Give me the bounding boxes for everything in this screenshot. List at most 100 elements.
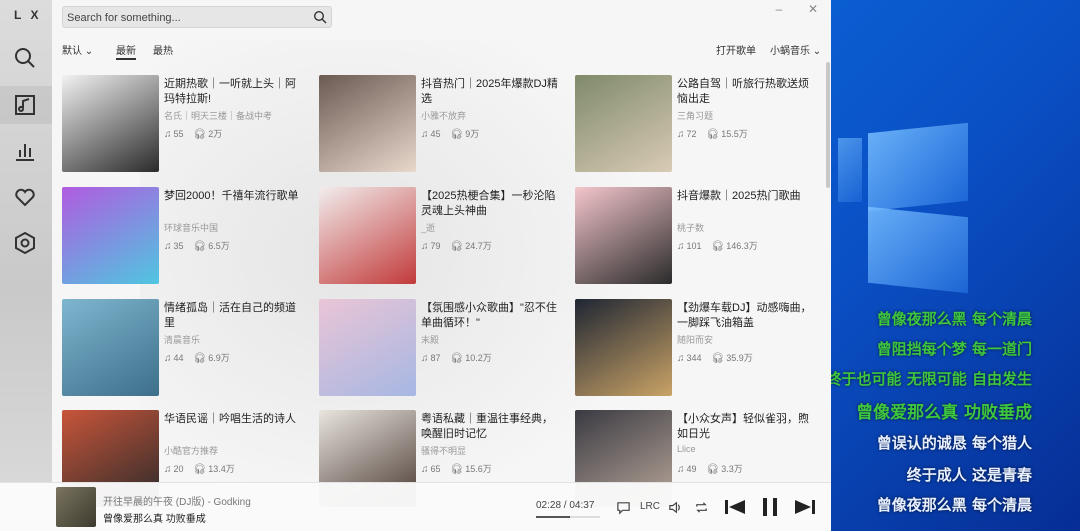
sidebar: L X xyxy=(0,0,52,482)
play-count: 🎧︎ 9万 xyxy=(451,127,480,140)
scrollbar[interactable] xyxy=(826,62,830,188)
play-count-value: 35.9万 xyxy=(726,353,753,363)
open-playlist-button[interactable]: 打开歌单 xyxy=(716,42,756,57)
comment-icon[interactable] xyxy=(614,497,632,517)
play-count: 🎧︎ 35.9万 xyxy=(712,351,753,364)
playlist-cover[interactable] xyxy=(62,187,159,284)
playlist-title[interactable]: 【2025热梗合集】一秒沦陷灵魂上头神曲 xyxy=(421,189,559,219)
play-count-value: 2万 xyxy=(208,129,223,139)
play-count-value: 10.2万 xyxy=(465,353,492,363)
playlist-card[interactable]: 公路自驾｜听旅行热歌送烦恼出走三角习题 ♫ 72 🎧︎ 15.5万 xyxy=(575,75,815,173)
source-select[interactable]: 小蜗音乐 ⌄ xyxy=(770,42,821,57)
heart-icon[interactable] xyxy=(13,185,37,209)
volume-icon[interactable] xyxy=(666,497,684,517)
playlist-card[interactable]: 【氛围感小众歌曲】"忍不住单曲循环！" 末殿 ♫ 87 🎧︎ 10.2万 xyxy=(319,299,559,397)
play-count: 🎧︎ 3.3万 xyxy=(707,462,743,475)
desktop-windows-logo xyxy=(838,122,1078,294)
progress-bar[interactable] xyxy=(536,516,600,518)
search-icon[interactable] xyxy=(13,46,37,70)
chart-icon[interactable] xyxy=(13,139,37,163)
pause-icon[interactable] xyxy=(758,497,782,517)
playlist-cover[interactable] xyxy=(575,299,672,396)
playlist-author: 三角习题 xyxy=(677,111,714,121)
playlist-title[interactable]: 公路自驾｜听旅行热歌送烦恼出走 xyxy=(677,77,815,107)
playlist-card[interactable]: 情绪孤岛｜活在自己的频道里 清晨音乐 ♫ 44 🎧︎ 6.9万 xyxy=(62,299,302,397)
playlist-stats: ♫ 72 🎧︎ 15.5万 xyxy=(677,127,758,140)
play-count: 🎧︎ 13.4万 xyxy=(194,462,235,475)
play-count-value: 6.9万 xyxy=(208,353,230,363)
song-count: ♫ 35 xyxy=(164,241,184,252)
playlist-title[interactable]: 近期热歌｜一听就上头｜阿玛特拉斯! xyxy=(164,77,302,107)
music-note-icon: ♫ xyxy=(421,353,429,364)
song-count-value: 35 xyxy=(173,241,184,251)
search-button-icon[interactable] xyxy=(313,10,327,24)
song-count-value: 55 xyxy=(173,129,184,139)
headphones-icon: 🎧︎ xyxy=(193,464,207,475)
close-button[interactable]: ✕ xyxy=(806,2,820,16)
playlist-title[interactable]: 【氛围感小众歌曲】"忍不住单曲循环！" xyxy=(421,301,559,331)
play-count: 🎧︎ 24.7万 xyxy=(451,239,492,252)
chevron-down-icon: ⌄ xyxy=(812,46,822,57)
tab-default[interactable]: 默认 ⌄ xyxy=(62,42,93,57)
playlist-cover[interactable] xyxy=(62,299,159,396)
playlist-cover[interactable] xyxy=(319,75,416,172)
song-count: ♫ 55 xyxy=(164,129,184,140)
playlist-author: 小雅不放弃 xyxy=(421,111,467,121)
playlist-stats: ♫ 79 🎧︎ 24.7万 xyxy=(421,239,502,252)
next-track-icon[interactable] xyxy=(792,497,818,517)
search-input[interactable] xyxy=(67,9,307,27)
playlist-title[interactable]: 情绪孤岛｜活在自己的频道里 xyxy=(164,301,302,331)
playlist-card[interactable]: 【2025热梗合集】一秒沦陷灵魂上头神曲 _逝 ♫ 79 🎧︎ 24.7万 xyxy=(319,187,559,285)
playlist-card[interactable]: 梦回2000！千禧年流行歌单 环球音乐中国 ♫ 35 🎧︎ 6.5万 xyxy=(62,187,302,285)
playlist-stats: ♫ 44 🎧︎ 6.9万 xyxy=(164,351,240,364)
lyrics-toggle-button[interactable]: LRC xyxy=(640,497,660,517)
play-count: 🎧︎ 15.6万 xyxy=(451,462,492,475)
playlist-cover[interactable] xyxy=(575,187,672,284)
playlist-card[interactable]: 抖音热门｜2025年爆款DJ精选 小雅不放弃 ♫ 45 🎧︎ 9万 xyxy=(319,75,559,173)
headphones-icon: 🎧︎ xyxy=(450,129,464,140)
song-count-value: 44 xyxy=(173,353,184,363)
playlist-title[interactable]: 【劲爆车载DJ】动感嗨曲，一脚踩飞油箱盖 xyxy=(677,301,815,331)
settings-icon[interactable] xyxy=(13,231,37,255)
headphones-icon: 🎧︎ xyxy=(193,129,207,140)
music-note-icon: ♫ xyxy=(164,464,172,475)
playlist-author: 随阳而安 xyxy=(677,335,714,345)
tab-default-label: 默认 xyxy=(62,46,82,57)
play-count-value: 6.5万 xyxy=(208,241,230,251)
song-count-value: 72 xyxy=(686,129,697,139)
playlist-cover[interactable] xyxy=(575,75,672,172)
desktop-lyric-line: 曾误认的诚恳 每个猎人 xyxy=(876,434,1032,452)
playlist-title[interactable]: 【小众女声】轻似雀羽，煦如日光 xyxy=(677,412,815,442)
minimize-button[interactable]: – xyxy=(772,2,786,16)
previous-track-icon[interactable] xyxy=(722,497,748,517)
playlist-stats: ♫ 35 🎧︎ 6.5万 xyxy=(164,239,240,252)
play-count: 🎧︎ 10.2万 xyxy=(451,351,492,364)
headphones-icon: 🎧︎ xyxy=(706,464,720,475)
playlist-cover[interactable] xyxy=(62,75,159,172)
playlist-card[interactable]: 抖音爆款｜2025热门歌曲 桃子数 ♫ 101 🎧︎ 146.3万 xyxy=(575,187,815,285)
music-note-icon: ♫ xyxy=(164,353,172,364)
playlist-title[interactable]: 华语民谣｜吟唱生活的诗人 xyxy=(164,412,302,427)
search-box xyxy=(62,6,332,28)
play-count-value: 15.5万 xyxy=(721,129,748,139)
repeat-icon[interactable] xyxy=(692,497,710,517)
playlist-title[interactable]: 抖音爆款｜2025热门歌曲 xyxy=(677,189,815,204)
music-note-icon: ♫ xyxy=(677,241,685,252)
song-count: ♫ 20 xyxy=(164,464,184,475)
song-count: ♫ 65 xyxy=(421,464,441,475)
playlist-cover[interactable] xyxy=(319,187,416,284)
playlist-title[interactable]: 抖音热门｜2025年爆款DJ精选 xyxy=(421,77,559,107)
desktop-lyric-line: 终于也可能 无限可能 自由发生 xyxy=(826,370,1032,388)
playlist-title[interactable]: 梦回2000！千禧年流行歌单 xyxy=(164,189,302,204)
tab-latest[interactable]: 最新 xyxy=(116,42,136,60)
music-note-icon: ♫ xyxy=(677,464,685,475)
now-playing-cover[interactable] xyxy=(56,487,96,527)
playlist-card[interactable]: 【劲爆车载DJ】动感嗨曲，一脚踩飞油箱盖 随阳而安 ♫ 344 🎧︎ 35.9万 xyxy=(575,299,815,397)
music-list-icon[interactable] xyxy=(13,93,37,117)
playlist-title[interactable]: 粤语私藏｜重温往事经典，唤醒旧时记忆 xyxy=(421,412,559,442)
tab-hottest[interactable]: 最热 xyxy=(153,42,173,57)
playlist-cover[interactable] xyxy=(319,299,416,396)
player-bar: 开往早晨的午夜 (DJ版) - Godking 曾像爱那么真 功败垂成 02:2… xyxy=(0,482,831,531)
playlist-stats: ♫ 55 🎧︎ 2万 xyxy=(164,127,232,140)
playlist-card[interactable]: 近期热歌｜一听就上头｜阿玛特拉斯! 名氏｜明天三楼｜备战中考 ♫ 55 🎧︎ 2万 xyxy=(62,75,302,173)
